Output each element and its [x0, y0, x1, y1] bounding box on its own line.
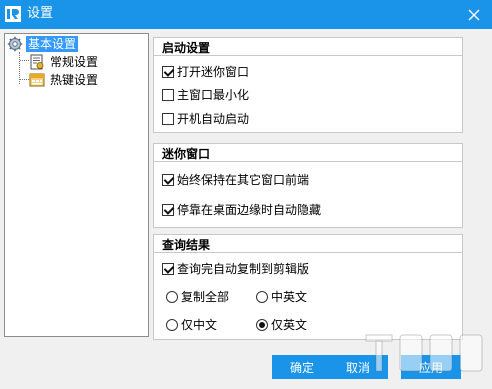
checkbox-box[interactable]: [162, 174, 174, 186]
checkbox-box[interactable]: [162, 113, 174, 125]
close-button[interactable]: [455, 0, 492, 29]
option-label: 仅中文: [181, 318, 218, 332]
checkbox-box[interactable]: [162, 89, 174, 101]
cancel-button[interactable]: 取消: [328, 355, 388, 379]
auto-hide-checkbox[interactable]: 停靠在桌面边缘时自动隐藏: [162, 201, 321, 219]
chinese-english-radio[interactable]: 中英文: [256, 288, 307, 306]
radio-circle[interactable]: [166, 319, 178, 331]
checkbox-box[interactable]: [162, 263, 174, 275]
open-mini-window-checkbox[interactable]: 打开迷你窗口: [162, 63, 249, 81]
auto-start-checkbox[interactable]: 开机自动启动: [162, 110, 249, 128]
keyboard-icon: [29, 73, 45, 87]
english-only-radio[interactable]: 仅英文: [256, 316, 307, 334]
option-label: 主窗口最小化: [177, 88, 250, 102]
radio-circle[interactable]: [166, 291, 178, 303]
minimize-main-window-checkbox[interactable]: 主窗口最小化: [162, 86, 249, 104]
query-result-group: 查询结果 查询完自动复制到剪辑版 复制全部 中英文 仅中文 仅英文: [153, 234, 463, 340]
auto-copy-checkbox[interactable]: 查询完自动复制到剪辑版: [162, 260, 309, 278]
option-label: 开机自动启动: [177, 112, 250, 126]
tree-item-label: 常规设置: [50, 55, 99, 69]
tree-connector: [20, 79, 29, 80]
option-label: 始终保持在其它窗口前端: [177, 173, 310, 187]
title-bar[interactable]: 设置: [0, 0, 492, 29]
option-label: 仅英文: [271, 318, 308, 332]
gear-icon: [7, 36, 23, 52]
option-label: 中英文: [271, 290, 308, 304]
tree-connector: [20, 60, 29, 61]
group-divider: [154, 252, 462, 253]
radio-circle[interactable]: [256, 319, 268, 331]
startup-settings-group: 启动设置 打开迷你窗口 主窗口最小化 开机自动启动: [153, 37, 463, 133]
window-title: 设置: [27, 6, 54, 21]
ok-button[interactable]: 确定: [272, 355, 332, 379]
chinese-only-radio[interactable]: 仅中文: [166, 316, 217, 334]
checkbox-box[interactable]: [162, 66, 174, 78]
tree-item-basic-settings[interactable]: 基本设置: [7, 35, 79, 53]
copy-all-radio[interactable]: 复制全部: [166, 288, 229, 306]
option-label: 停靠在桌面边缘时自动隐藏: [177, 203, 322, 217]
group-divider: [154, 55, 462, 56]
group-divider: [154, 161, 462, 162]
document-settings-icon: [30, 54, 44, 70]
settings-window: 设置 基本设置 常规设置 热键设置 启动设置 打开迷你窗口 主窗口最小化 开机自…: [0, 0, 492, 389]
radio-circle[interactable]: [256, 291, 268, 303]
settings-tree[interactable]: 基本设置 常规设置 热键设置: [4, 33, 149, 337]
tree-item-label: 热键设置: [50, 73, 99, 87]
option-label: 打开迷你窗口: [177, 65, 250, 79]
option-label: 查询完自动复制到剪辑版: [177, 262, 310, 276]
apply-button[interactable]: 应用: [401, 355, 461, 379]
close-icon: [468, 9, 479, 20]
always-on-top-checkbox[interactable]: 始终保持在其它窗口前端: [162, 171, 309, 189]
option-label: 复制全部: [181, 290, 230, 304]
tree-item-hotkey-settings[interactable]: 热键设置: [29, 71, 100, 89]
tree-item-label: 基本设置: [26, 36, 79, 52]
checkbox-box[interactable]: [162, 204, 174, 216]
group-title: 启动设置: [160, 41, 213, 55]
app-logo-icon: [5, 6, 21, 22]
tree-item-general-settings[interactable]: 常规设置: [29, 53, 100, 71]
group-title: 查询结果: [160, 238, 213, 252]
mini-window-group: 迷你窗口 始终保持在其它窗口前端 停靠在桌面边缘时自动隐藏: [153, 143, 463, 228]
group-title: 迷你窗口: [160, 147, 213, 161]
